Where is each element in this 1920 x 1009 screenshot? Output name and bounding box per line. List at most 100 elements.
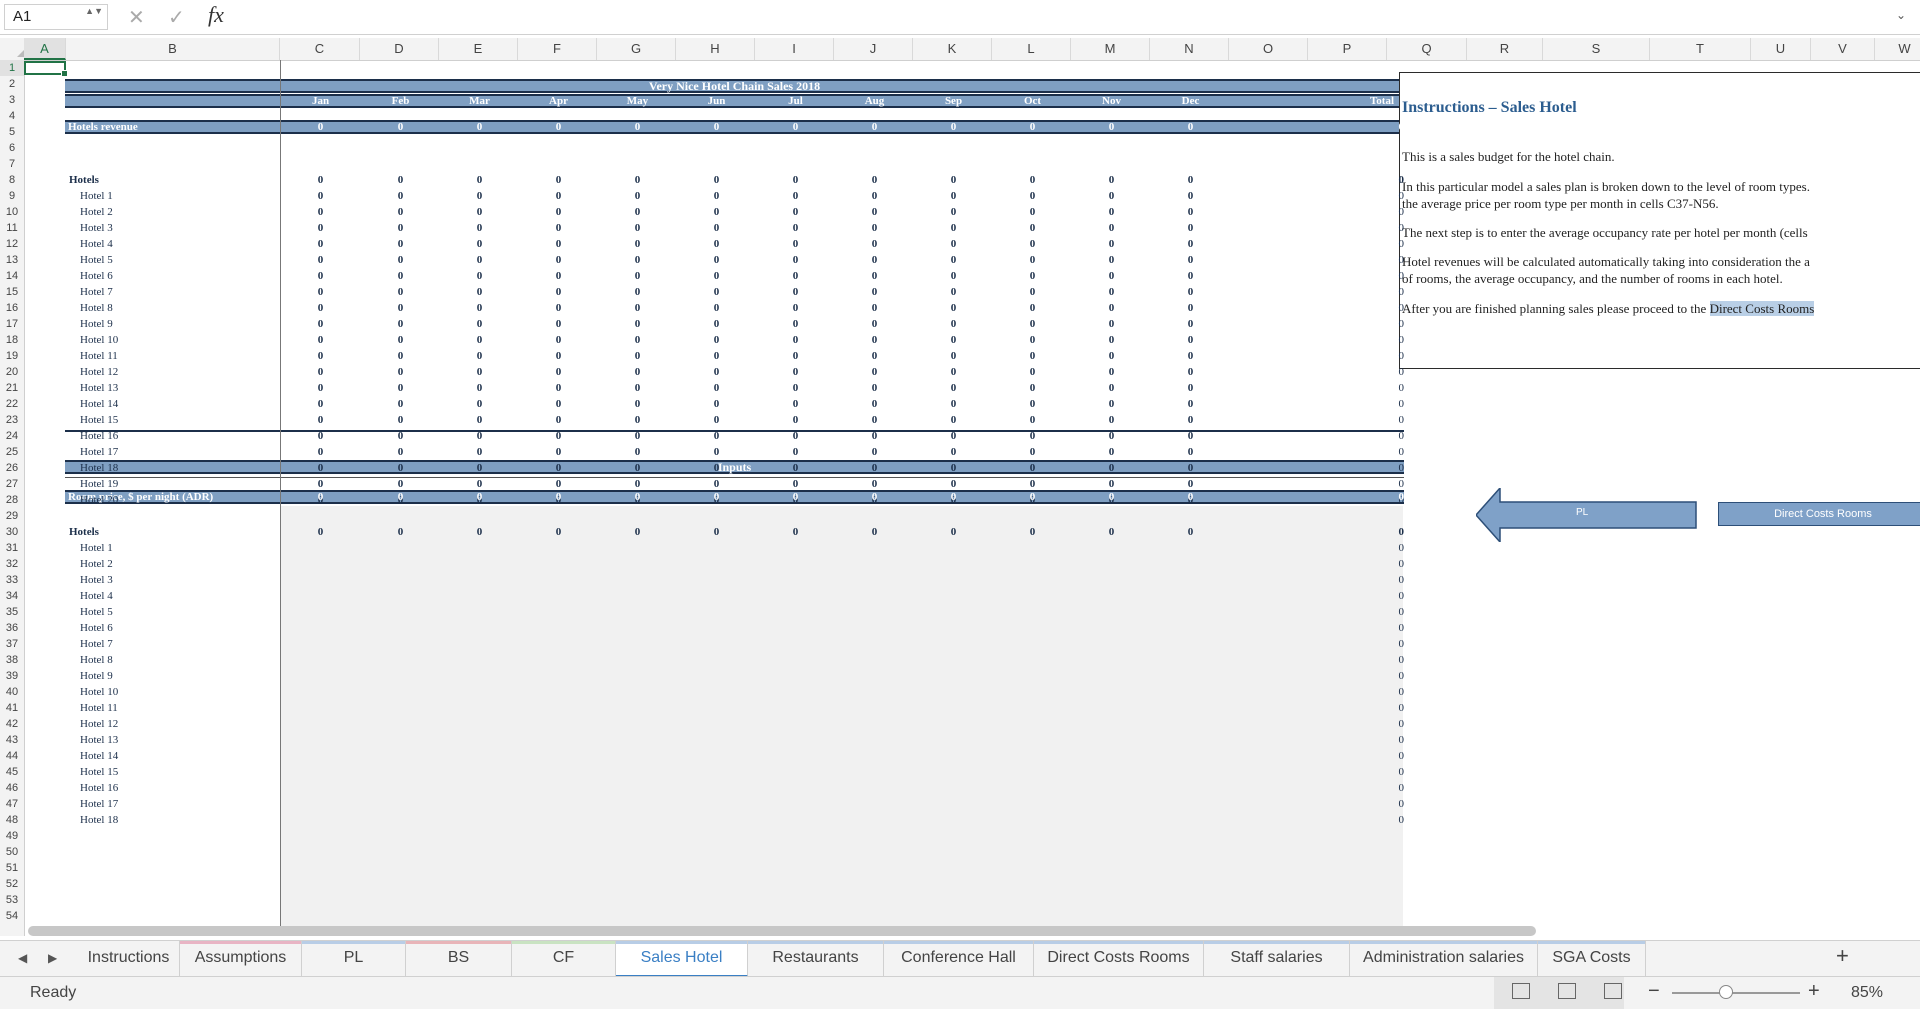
hotel-value[interactable]: 0 (677, 444, 756, 460)
hotel-value[interactable]: 0 (598, 284, 677, 300)
hotel-value[interactable]: 0 (914, 364, 993, 380)
hotel-name[interactable]: Hotel 3 (80, 220, 113, 236)
hotel-value[interactable]: 0 (1151, 396, 1230, 412)
hotel-value[interactable]: 0 (756, 268, 835, 284)
column-header-k[interactable]: K (913, 38, 992, 60)
hotel-value[interactable]: 0 (756, 252, 835, 268)
hotel-value[interactable]: 0 (1072, 380, 1151, 396)
next-sheet-icon[interactable]: ▶ (48, 951, 57, 965)
sheet-tab-sga-costs[interactable]: SGA Costs (1538, 941, 1646, 977)
row-header-26[interactable]: 26 (0, 460, 24, 476)
input-hotel-name[interactable]: Hotel 11 (80, 700, 118, 716)
hotel-value[interactable]: 0 (440, 396, 519, 412)
row-header-42[interactable]: 42 (0, 716, 24, 732)
hotel-value[interactable]: 0 (835, 428, 914, 444)
hotel-value[interactable]: 0 (281, 284, 360, 300)
hotel-value[interactable]: 0 (1072, 316, 1151, 332)
hotel-value[interactable]: 0 (440, 444, 519, 460)
hotel-value[interactable]: 0 (519, 236, 598, 252)
hotel-value[interactable]: 0 (914, 444, 993, 460)
hotel-value[interactable]: 0 (756, 188, 835, 204)
hotel-name[interactable]: Hotel 17 (80, 444, 118, 460)
input-hotel-name[interactable]: Hotel 2 (80, 556, 113, 572)
input-hotel-name[interactable]: Hotel 14 (80, 748, 118, 764)
input-hotel-name[interactable]: Hotel 8 (80, 652, 113, 668)
hotel-value[interactable]: 0 (993, 412, 1072, 428)
hotel-value[interactable]: 0 (361, 188, 440, 204)
column-header-w[interactable]: W (1875, 38, 1920, 60)
hotel-value[interactable]: 0 (756, 236, 835, 252)
row-header-10[interactable]: 10 (0, 204, 24, 220)
hotel-value[interactable]: 0 (835, 268, 914, 284)
row-header-38[interactable]: 38 (0, 652, 24, 668)
hotel-value[interactable]: 0 (835, 188, 914, 204)
hotel-value[interactable]: 0 (281, 428, 360, 444)
hotel-value[interactable]: 0 (361, 268, 440, 284)
input-hotel-name[interactable]: Hotel 4 (80, 588, 113, 604)
hotel-value[interactable]: 0 (1151, 188, 1230, 204)
hotel-value[interactable]: 0 (914, 236, 993, 252)
row-header-28[interactable]: 28 (0, 492, 24, 508)
direct-costs-rooms-button[interactable]: Direct Costs Rooms (1718, 502, 1920, 526)
hotel-value[interactable]: 0 (1151, 236, 1230, 252)
hotel-value[interactable]: 0 (835, 364, 914, 380)
hotel-value[interactable]: 0 (440, 220, 519, 236)
hotel-value[interactable]: 0 (677, 364, 756, 380)
hotel-value[interactable]: 0 (677, 332, 756, 348)
hotel-value[interactable]: 0 (361, 428, 440, 444)
row-header-47[interactable]: 47 (0, 796, 24, 812)
hotel-value[interactable]: 0 (281, 412, 360, 428)
hotel-value[interactable]: 0 (598, 348, 677, 364)
hotel-value[interactable]: 0 (835, 204, 914, 220)
hotel-value[interactable]: 0 (1072, 460, 1151, 476)
hotel-name[interactable]: Hotel 16 (80, 428, 118, 444)
row-header-3[interactable]: 3 (0, 92, 24, 108)
row-header-37[interactable]: 37 (0, 636, 24, 652)
hotel-value[interactable]: 0 (519, 316, 598, 332)
row-header-32[interactable]: 32 (0, 556, 24, 572)
column-header-t[interactable]: T (1650, 38, 1751, 60)
hotel-value[interactable]: 0 (598, 396, 677, 412)
hotel-value[interactable]: 0 (756, 364, 835, 380)
hotel-value[interactable]: 0 (1151, 380, 1230, 396)
hotel-value[interactable]: 0 (440, 316, 519, 332)
row-header-41[interactable]: 41 (0, 700, 24, 716)
input-hotel-name[interactable]: Hotel 17 (80, 796, 118, 812)
input-hotel-name[interactable]: Hotel 5 (80, 604, 113, 620)
row-header-43[interactable]: 43 (0, 732, 24, 748)
row-header-53[interactable]: 53 (0, 892, 24, 908)
hotel-value[interactable]: 0 (756, 428, 835, 444)
row-header-19[interactable]: 19 (0, 348, 24, 364)
column-header-h[interactable]: H (676, 38, 755, 60)
hotel-value[interactable]: 0 (677, 428, 756, 444)
sheet-tab-staff-salaries[interactable]: Staff salaries (1204, 941, 1350, 977)
hotel-value[interactable]: 0 (1151, 460, 1230, 476)
hotel-value[interactable]: 0 (440, 364, 519, 380)
column-header-r[interactable]: R (1467, 38, 1543, 60)
hotel-value[interactable]: 0 (993, 220, 1072, 236)
hotel-value[interactable]: 0 (361, 284, 440, 300)
hotel-value[interactable]: 0 (1072, 268, 1151, 284)
input-hotel-name[interactable]: Hotel 16 (80, 780, 118, 796)
hotel-value[interactable]: 0 (993, 332, 1072, 348)
hotel-value[interactable]: 0 (835, 380, 914, 396)
prev-sheet-icon[interactable]: ◀ (18, 951, 27, 965)
hotel-value[interactable]: 0 (519, 380, 598, 396)
sheet-tab-restaurants[interactable]: Restaurants (748, 941, 884, 977)
hotel-value[interactable]: 0 (993, 204, 1072, 220)
hotel-value[interactable]: 0 (1072, 364, 1151, 380)
hotel-value[interactable]: 0 (835, 220, 914, 236)
row-header-4[interactable]: 4 (0, 108, 24, 124)
hotel-value[interactable]: 0 (598, 204, 677, 220)
hotel-value[interactable]: 0 (361, 204, 440, 220)
row-header-25[interactable]: 25 (0, 444, 24, 460)
hotel-name[interactable]: Hotel 4 (80, 236, 113, 252)
hotel-value[interactable]: 0 (677, 460, 756, 476)
hotel-value[interactable]: 0 (361, 396, 440, 412)
input-hotel-name[interactable]: Hotel 1 (80, 540, 113, 556)
hotel-value[interactable]: 0 (993, 396, 1072, 412)
hotel-value[interactable]: 0 (993, 284, 1072, 300)
hotel-value[interactable]: 0 (835, 396, 914, 412)
hotel-value[interactable]: 0 (519, 364, 598, 380)
hotel-value[interactable]: 0 (993, 188, 1072, 204)
